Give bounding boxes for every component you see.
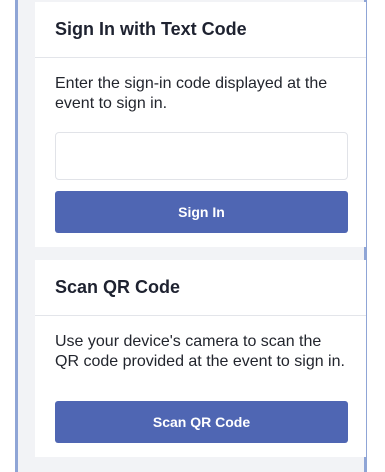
text-code-card: Sign In with Text Code Enter the sign-in… — [35, 2, 366, 247]
sign-in-code-input[interactable] — [55, 132, 348, 180]
qr-code-card-body: Use your device's camera to scan the QR … — [35, 316, 366, 457]
text-code-card-header: Sign In with Text Code — [35, 2, 366, 58]
scan-qr-code-button[interactable]: Scan QR Code — [55, 401, 348, 443]
qr-code-title: Scan QR Code — [55, 277, 181, 297]
qr-code-card: Scan QR Code Use your device's camera to… — [35, 260, 366, 457]
text-code-description: Enter the sign-in code displayed at the … — [55, 75, 328, 112]
qr-code-description: Use your device's camera to scan the QR … — [55, 333, 345, 370]
sign-in-button[interactable]: Sign In — [55, 191, 348, 233]
text-code-card-body: Enter the sign-in code displayed at the … — [35, 58, 366, 247]
text-code-title: Sign In with Text Code — [55, 19, 247, 39]
page-frame: Sign In with Text Code Enter the sign-in… — [15, 0, 367, 472]
qr-code-card-header: Scan QR Code — [35, 260, 366, 316]
